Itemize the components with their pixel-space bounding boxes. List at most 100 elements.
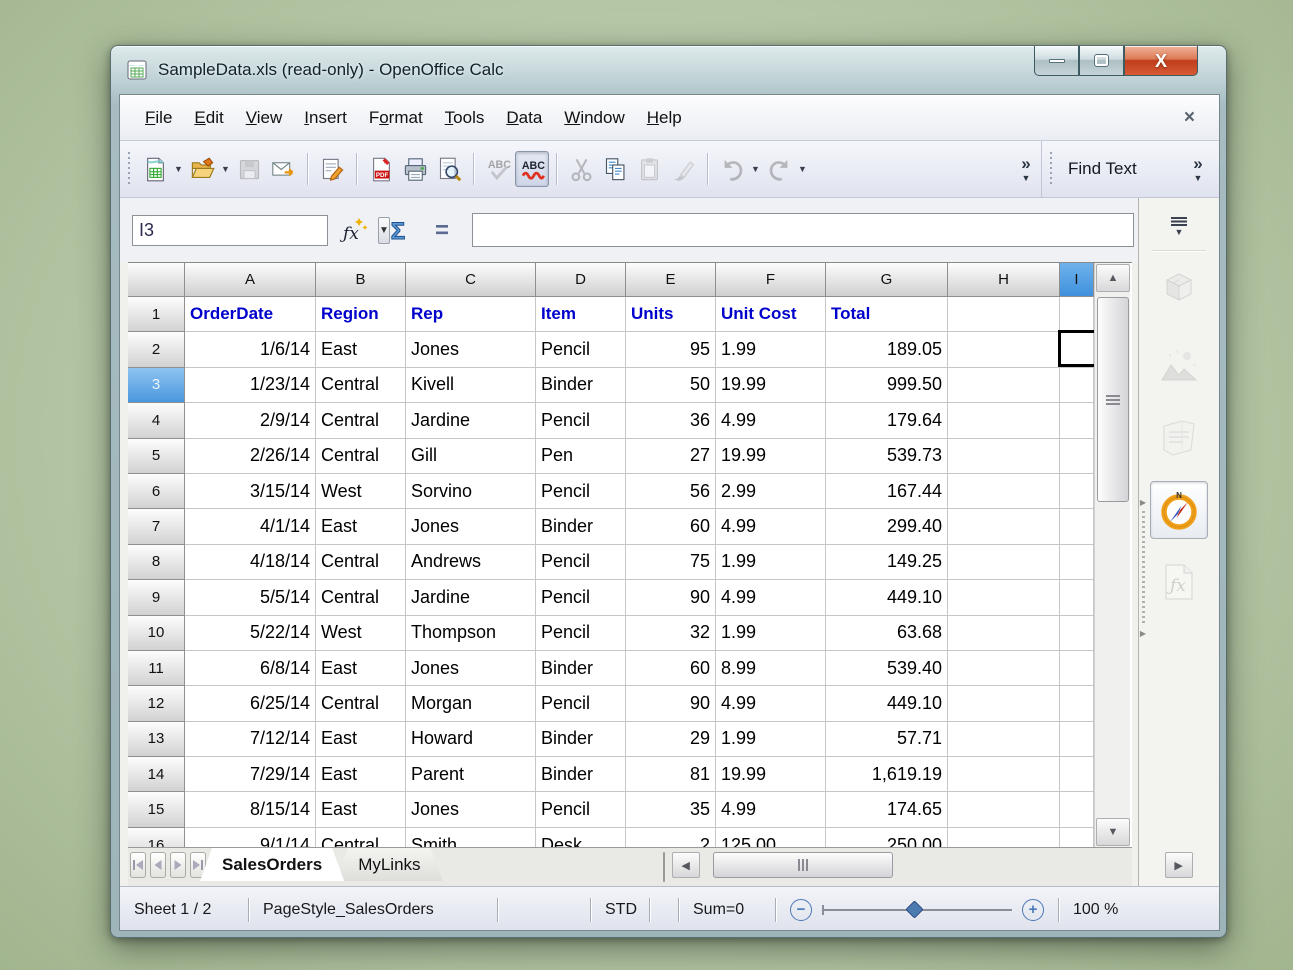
cell[interactable]	[948, 439, 1060, 474]
cell[interactable]: 60	[626, 509, 716, 544]
cell[interactable]: Jones	[406, 792, 536, 827]
cell[interactable]: Central	[316, 686, 406, 721]
cell[interactable]: Pencil	[536, 686, 626, 721]
find-overflow-button[interactable]: » ▼	[1183, 155, 1213, 183]
cell[interactable]: 2/9/14	[185, 403, 316, 438]
cell[interactable]: West	[316, 616, 406, 651]
restore-button[interactable]	[1079, 46, 1124, 76]
report-button[interactable]	[1150, 409, 1208, 467]
cell[interactable]: 449.10	[826, 686, 948, 721]
zoom-in-button[interactable]: +	[1022, 899, 1044, 921]
undo-dropdown-button[interactable]: ▼	[749, 151, 762, 187]
spellcheck-button[interactable]: ABC	[481, 151, 515, 187]
cell[interactable]: 299.40	[826, 509, 948, 544]
cell[interactable]: 19.99	[716, 439, 826, 474]
menu-data[interactable]: Data	[495, 104, 553, 132]
cell[interactable]: 32	[626, 616, 716, 651]
undo-button[interactable]	[715, 151, 749, 187]
previous-sheet-button[interactable]	[150, 852, 166, 878]
cell[interactable]: 90	[626, 580, 716, 615]
scroll-down-button[interactable]: ▼	[1096, 818, 1130, 846]
scroll-up-button[interactable]: ▲	[1096, 264, 1130, 292]
row-header-16[interactable]: 16	[128, 828, 185, 847]
cell[interactable]	[1060, 651, 1094, 686]
sidebar-collapse-strip[interactable]: ▶ ▶	[1138, 498, 1148, 638]
scroll-right-button[interactable]: ▶	[1165, 852, 1193, 878]
cell[interactable]	[948, 297, 1060, 332]
zoom-slider-handle[interactable]	[905, 900, 923, 918]
close-button[interactable]: X	[1124, 46, 1198, 76]
export-pdf-button[interactable]: PDF	[364, 151, 398, 187]
zoom-slider[interactable]	[822, 909, 1012, 911]
cell[interactable]: Jones	[406, 332, 536, 367]
cell[interactable]	[948, 580, 1060, 615]
cell[interactable]: East	[316, 757, 406, 792]
row-header-10[interactable]: 10	[128, 616, 185, 651]
column-header-D[interactable]: D	[536, 263, 626, 297]
menu-tools[interactable]: Tools	[434, 104, 496, 132]
cell[interactable]: West	[316, 474, 406, 509]
cell[interactable]: Item	[536, 297, 626, 332]
cell[interactable]: 36	[626, 403, 716, 438]
cell[interactable]: Central	[316, 545, 406, 580]
cell[interactable]	[948, 722, 1060, 757]
menu-window[interactable]: Window	[553, 104, 635, 132]
cell[interactable]	[1060, 686, 1094, 721]
row-header-15[interactable]: 15	[128, 792, 185, 827]
cell[interactable]	[948, 474, 1060, 509]
menu-view[interactable]: View	[235, 104, 294, 132]
cell[interactable]: 35	[626, 792, 716, 827]
find-text-label[interactable]: Find Text	[1060, 159, 1145, 179]
cell[interactable]: Binder	[536, 509, 626, 544]
column-header-B[interactable]: B	[316, 263, 406, 297]
select-all-corner[interactable]	[128, 263, 185, 297]
cell[interactable]	[1060, 722, 1094, 757]
horizontal-scrollbar[interactable]: ◀▶	[671, 852, 1194, 878]
row-header-14[interactable]: 14	[128, 757, 185, 792]
cell[interactable]: 8/15/14	[185, 792, 316, 827]
cell[interactable]	[948, 403, 1060, 438]
column-header-A[interactable]: A	[185, 263, 316, 297]
cell[interactable]: 174.65	[826, 792, 948, 827]
redo-button[interactable]	[762, 151, 796, 187]
functions-button[interactable]: ƒx	[1150, 553, 1208, 611]
cell[interactable]: Binder	[536, 651, 626, 686]
column-header-I[interactable]: I	[1060, 263, 1094, 297]
find-toolbar-grip[interactable]	[1048, 152, 1056, 186]
cell[interactable]: 19.99	[716, 757, 826, 792]
new-document-button[interactable]	[138, 151, 172, 187]
formula-button[interactable]: =	[424, 213, 460, 247]
sum-label[interactable]: Sum=0	[679, 901, 775, 919]
cell[interactable]: Morgan	[406, 686, 536, 721]
cell[interactable]: Desk	[536, 828, 626, 847]
cell[interactable]: 29	[626, 722, 716, 757]
cell[interactable]: 50	[626, 368, 716, 403]
cell[interactable]: 2	[626, 828, 716, 847]
cell[interactable]: Central	[316, 368, 406, 403]
cell[interactable]: 60	[626, 651, 716, 686]
cell[interactable]: Jardine	[406, 403, 536, 438]
cell[interactable]	[1060, 509, 1094, 544]
row-header-1[interactable]: 1	[128, 297, 185, 332]
vertical-scrollbar[interactable]: ▲ ▼	[1094, 263, 1130, 847]
selection-mode-label[interactable]: STD	[591, 901, 649, 919]
cell[interactable]	[1060, 439, 1094, 474]
cube-button[interactable]	[1150, 265, 1208, 323]
column-header-C[interactable]: C	[406, 263, 536, 297]
cell[interactable]: 75	[626, 545, 716, 580]
cell[interactable]	[948, 368, 1060, 403]
cell[interactable]: 4.99	[716, 686, 826, 721]
sheet-tab-salesorders[interactable]: SalesOrders	[200, 848, 344, 881]
menu-insert[interactable]: Insert	[293, 104, 358, 132]
cell[interactable]	[1060, 297, 1094, 332]
row-header-11[interactable]: 11	[128, 651, 185, 686]
cell[interactable]: 4/18/14	[185, 545, 316, 580]
cell[interactable]: 8.99	[716, 651, 826, 686]
cell[interactable]	[948, 509, 1060, 544]
minimize-button[interactable]	[1034, 46, 1079, 76]
cell[interactable]: Pencil	[536, 474, 626, 509]
cell[interactable]: 4.99	[716, 792, 826, 827]
cell[interactable]: 4.99	[716, 580, 826, 615]
menu-edit[interactable]: Edit	[183, 104, 234, 132]
menu-help[interactable]: Help	[636, 104, 693, 132]
